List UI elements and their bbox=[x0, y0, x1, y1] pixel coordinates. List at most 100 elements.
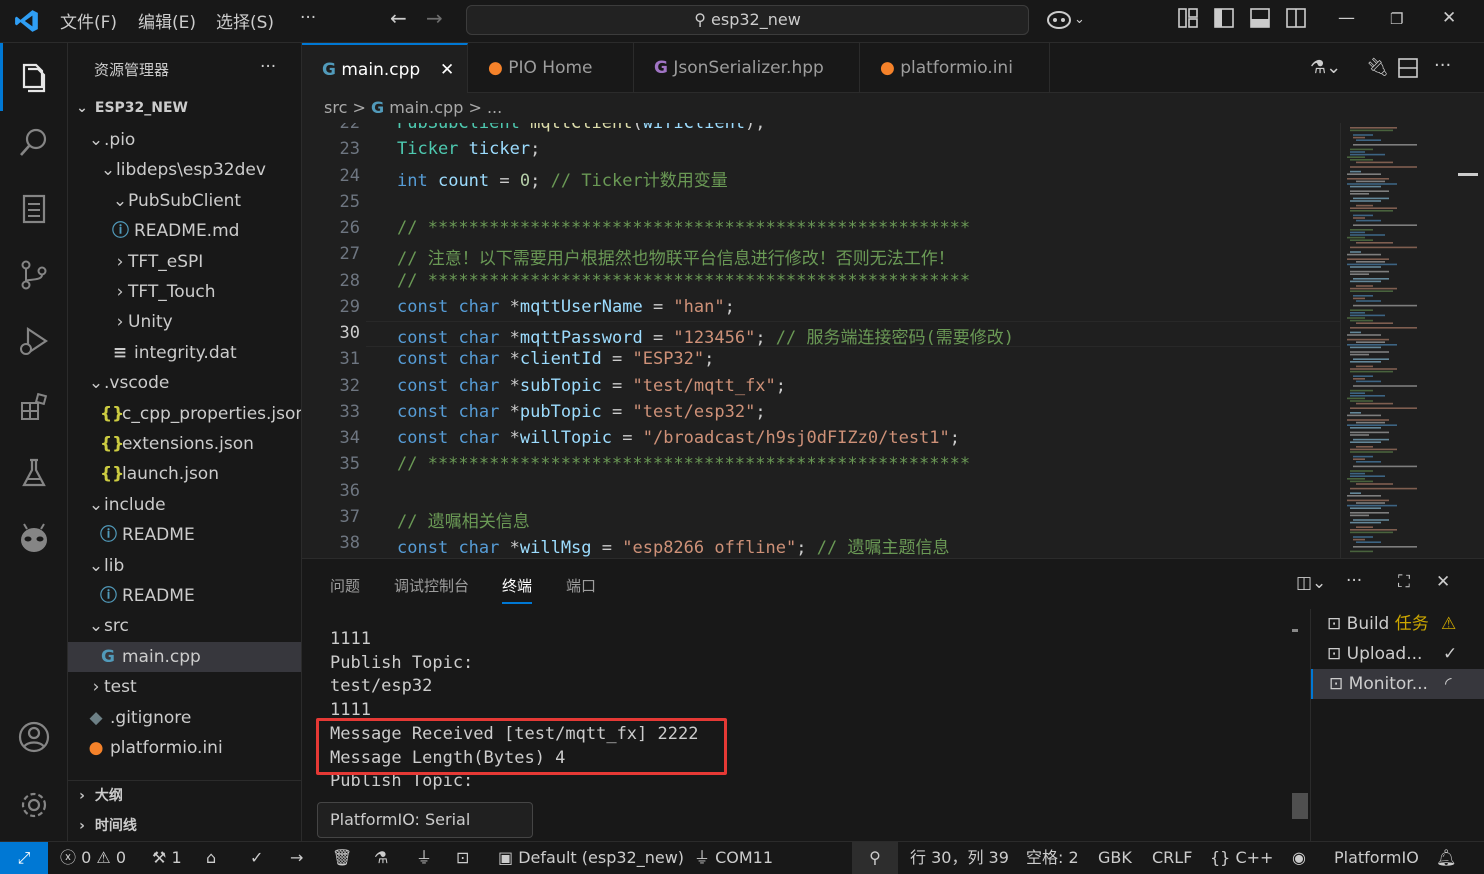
toggle-secondary-sidebar-icon[interactable] bbox=[1286, 8, 1306, 33]
code-line[interactable]: PubSubClient mqttClient(wifiClient); bbox=[397, 123, 766, 133]
code-line[interactable]: Ticker ticker; bbox=[397, 139, 540, 159]
task-upload[interactable]: ⊡ Upload... ✓ bbox=[1311, 639, 1484, 669]
pio-env-switcher[interactable]: ▣ Default (esp32_new) bbox=[498, 842, 684, 874]
tab-terminal[interactable]: 终端 bbox=[502, 575, 533, 604]
close-window-icon[interactable]: ✕ bbox=[1442, 8, 1456, 28]
ports-status[interactable]: ⚒ 1 bbox=[152, 842, 182, 874]
tree-item[interactable]: ⌄libdeps\esp32dev bbox=[68, 155, 301, 185]
code-line[interactable]: const char *subTopic = "test/mqtt_fx"; bbox=[397, 376, 786, 396]
tree-item[interactable]: › TFT_Touch bbox=[68, 277, 301, 307]
task-monitor[interactable]: ⊡ Monitor... ◜ bbox=[1311, 669, 1484, 699]
settings-gear-icon[interactable] bbox=[16, 787, 52, 823]
platformio-status[interactable]: PlatformIO bbox=[1334, 842, 1419, 874]
pio-build-icon[interactable]: ✓ bbox=[250, 842, 263, 874]
pio-port-switcher[interactable]: ⏚ COM11 bbox=[694, 842, 773, 874]
code-line[interactable]: // *************************************… bbox=[397, 454, 970, 474]
tree-item[interactable]: ⌄PubSubClient bbox=[68, 186, 301, 216]
language-mode[interactable]: {} C++ bbox=[1210, 842, 1273, 874]
code-line[interactable]: // 遗嘱相关信息 bbox=[397, 507, 530, 532]
minimize-window-icon[interactable]: — bbox=[1338, 8, 1355, 28]
extensions-icon[interactable] bbox=[16, 389, 52, 425]
menu-file[interactable]: 文件(F) bbox=[60, 8, 117, 33]
run-debug-icon[interactable] bbox=[16, 323, 52, 359]
tree-item[interactable]: ⌄.vscode bbox=[68, 368, 301, 398]
tree-item[interactable]: ⌄.pio bbox=[68, 125, 301, 155]
tree-item[interactable]: {}c_cpp_properties.json bbox=[68, 399, 301, 429]
code-line[interactable]: const char *pubTopic = "test/esp32"; bbox=[397, 402, 766, 422]
tab-problems[interactable]: 问题 bbox=[330, 575, 360, 596]
tab-debug-console[interactable]: 调试控制台 bbox=[394, 575, 469, 596]
search-icon[interactable] bbox=[16, 125, 52, 161]
explorer-more-button[interactable]: ··· bbox=[260, 57, 276, 77]
pio-upload-icon[interactable]: → bbox=[290, 842, 303, 874]
account-icon[interactable] bbox=[16, 719, 52, 755]
close-icon[interactable]: ✕ bbox=[440, 45, 454, 95]
platformio-alien-icon[interactable] bbox=[16, 521, 52, 557]
pio-terminal-icon[interactable]: ⊡ bbox=[456, 842, 469, 874]
explorer-icon[interactable] bbox=[16, 59, 52, 95]
tab-main-cpp[interactable]: G main.cpp ✕ bbox=[302, 43, 468, 93]
menu-edit[interactable]: 编辑(E) bbox=[138, 8, 196, 33]
copilot-icon[interactable] bbox=[1046, 7, 1072, 36]
tree-item[interactable]: ● platformio.ini bbox=[68, 733, 301, 763]
pio-clean-icon[interactable]: 🗑︎ bbox=[332, 842, 352, 874]
menu-selection[interactable]: 选择(S) bbox=[216, 8, 274, 33]
testing-flask-icon[interactable] bbox=[16, 455, 52, 491]
command-center-search[interactable]: ⚲ esp32_new bbox=[466, 5, 1029, 35]
close-panel-icon[interactable]: ✕ bbox=[1436, 572, 1450, 592]
outline-section[interactable]: › 大纲 bbox=[68, 781, 301, 811]
cursor-position[interactable]: 行 30，列 39 bbox=[910, 842, 1009, 874]
tree-item[interactable]: Gmain.cpp bbox=[68, 641, 301, 672]
problems-status[interactable]: ⓧ 0 ⚠ 0 bbox=[60, 842, 126, 874]
breadcrumb-file[interactable]: main.cpp bbox=[389, 98, 463, 117]
nav-back-icon[interactable]: ← bbox=[390, 6, 407, 30]
tree-item[interactable]: ⌄include bbox=[68, 490, 301, 520]
copilot-status-icon[interactable]: ◉ bbox=[1292, 842, 1306, 874]
tab-platformio-ini[interactable]: ● platformio.ini bbox=[860, 43, 1050, 93]
timeline-section[interactable]: › 时间线 bbox=[68, 811, 301, 841]
code-line[interactable]: // *************************************… bbox=[397, 271, 970, 291]
tree-item[interactable]: ⓘ README bbox=[68, 520, 301, 550]
tree-item[interactable]: › Unity bbox=[68, 307, 301, 337]
code-line[interactable]: const char *mqttUserName = "han"; bbox=[397, 297, 735, 317]
project-root-folder[interactable]: ⌄ ESP32_NEW bbox=[68, 93, 301, 123]
maximize-panel-icon[interactable]: ⛶ bbox=[1398, 572, 1410, 592]
tab-jsonserializer[interactable]: G JsonSerializer.hpp bbox=[634, 43, 860, 93]
remote-indicator[interactable]: ⤢ bbox=[0, 842, 48, 874]
pio-test-icon[interactable]: ⚗ bbox=[374, 842, 388, 874]
tree-item[interactable]: › test bbox=[68, 672, 301, 702]
tab-ports[interactable]: 端口 bbox=[566, 575, 596, 596]
tree-item[interactable]: ⌄lib bbox=[68, 551, 301, 581]
editor-more-icon[interactable]: ··· bbox=[1434, 55, 1451, 76]
encoding-status[interactable]: GBK bbox=[1098, 842, 1132, 874]
tree-item[interactable]: ⓘ README bbox=[68, 581, 301, 611]
tree-item[interactable]: {}extensions.json bbox=[68, 429, 301, 459]
minimap-scroll-thumb[interactable] bbox=[1458, 173, 1478, 176]
zoom-status[interactable]: ⚲ bbox=[852, 842, 898, 874]
notepad-icon[interactable] bbox=[16, 191, 52, 227]
tree-item[interactable]: ◆ .gitignore bbox=[68, 703, 301, 733]
notifications-bell-icon[interactable]: 🔔︎ bbox=[1436, 842, 1456, 874]
toggle-panel-icon[interactable] bbox=[1250, 8, 1270, 33]
breadcrumb-folder[interactable]: src bbox=[324, 98, 347, 117]
copilot-chevron-icon[interactable]: ⌄ bbox=[1074, 12, 1085, 27]
toggle-primary-sidebar-icon[interactable] bbox=[1214, 8, 1234, 33]
menu-more[interactable]: ··· bbox=[300, 8, 316, 28]
split-editor-icon[interactable] bbox=[1398, 58, 1418, 83]
eol-status[interactable]: CRLF bbox=[1152, 842, 1192, 874]
flask-icon[interactable]: ⚗⌄ bbox=[1310, 57, 1341, 78]
pio-serial-monitor-icon[interactable]: ⏚ bbox=[416, 842, 432, 874]
code-line[interactable]: const char *clientId = "ESP32"; bbox=[397, 349, 714, 369]
tree-item[interactable]: ≡ integrity.dat bbox=[68, 338, 301, 368]
pio-home-icon[interactable]: ⌂ bbox=[206, 842, 216, 874]
tree-item[interactable]: {}launch.json bbox=[68, 459, 301, 489]
code-line[interactable]: // *************************************… bbox=[397, 218, 970, 238]
breadcrumb-symbol[interactable]: > ... bbox=[468, 98, 502, 117]
task-build[interactable]: ⊡ Build 任务 ⚠ bbox=[1311, 609, 1484, 639]
code-line[interactable]: int count = 0; // Ticker计数用变量 bbox=[397, 166, 728, 191]
tree-item[interactable]: ⓘ README.md bbox=[68, 216, 301, 246]
code-line[interactable]: const char *willMsg = "esp8266 offline";… bbox=[397, 533, 949, 558]
plug-icon[interactable]: 🔌︎ bbox=[1366, 57, 1389, 78]
tab-pio-home[interactable]: ● PIO Home bbox=[468, 43, 634, 93]
tree-item[interactable]: ⌄src bbox=[68, 611, 301, 641]
